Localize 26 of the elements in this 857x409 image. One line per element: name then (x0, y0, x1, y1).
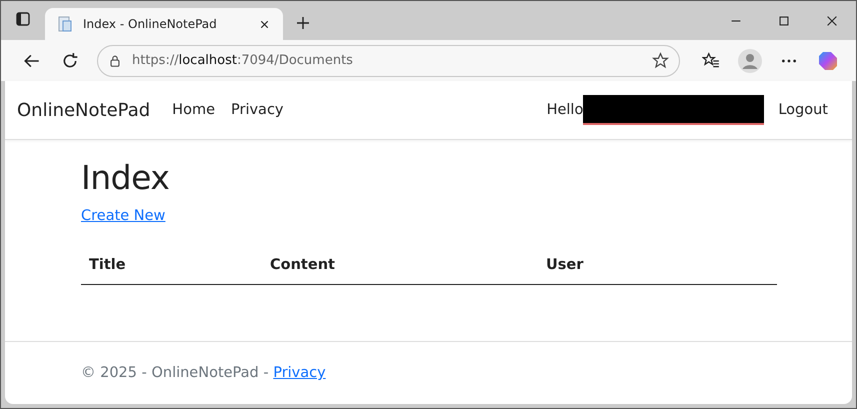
create-new-link[interactable]: Create New (81, 208, 166, 224)
page-heading: Index (81, 158, 170, 197)
profile-icon[interactable] (738, 48, 762, 72)
brand-link[interactable]: OnlineNotePad (17, 100, 150, 120)
privacy-link[interactable]: Privacy (273, 365, 326, 381)
footer-text: © 2025 - OnlineNotePad - Privacy (81, 365, 326, 381)
column-header: Title (88, 257, 127, 273)
column-header: User (545, 257, 584, 273)
tab-actions-icon[interactable] (15, 11, 31, 27)
close-icon[interactable] (825, 14, 839, 28)
star-icon[interactable] (652, 52, 669, 69)
lock-icon (108, 54, 122, 68)
greeting-text: Hello (546, 102, 584, 118)
favorites-icon[interactable] (702, 52, 720, 70)
address-bar[interactable]: https://localhost:7094/Documents (97, 44, 680, 76)
url-text: https://localhost:7094/Documents (132, 53, 354, 68)
column-header: Content (269, 257, 336, 273)
logout-link[interactable]: Logout (778, 102, 828, 118)
nav-link[interactable]: Home (172, 102, 215, 118)
tab-title: Index - OnlineNotePad (83, 17, 218, 31)
document-icon (57, 16, 73, 32)
new-tab-icon[interactable] (295, 15, 311, 31)
maximize-icon[interactable] (777, 14, 791, 28)
nav-link[interactable]: Privacy (231, 102, 284, 118)
browser-tab[interactable]: Index - OnlineNotePad (45, 8, 283, 40)
refresh-icon[interactable] (61, 52, 79, 70)
